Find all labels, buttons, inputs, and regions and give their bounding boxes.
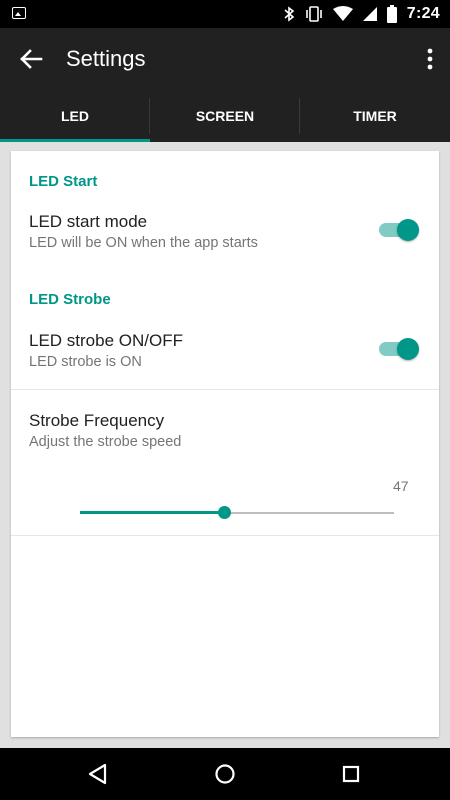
pref-summary: LED will be ON when the app starts	[29, 235, 258, 251]
switch-thumb	[397, 219, 419, 241]
led-strobe-switch[interactable]	[379, 337, 419, 361]
home-circle-icon[interactable]	[213, 762, 237, 786]
navigation-bar	[0, 748, 450, 800]
led-start-switch[interactable]	[379, 218, 419, 242]
recents-square-icon[interactable]	[339, 762, 363, 786]
pref-title: LED strobe ON/OFF	[29, 331, 183, 350]
tab-led[interactable]: LED	[0, 90, 150, 142]
page-title: Settings	[66, 46, 146, 71]
pref-title: LED start mode	[29, 212, 148, 231]
tab-label: TIMER	[353, 108, 397, 124]
tab-indicator	[0, 139, 150, 142]
slider-value: 47	[393, 478, 409, 494]
divider	[11, 535, 439, 536]
bluetooth-icon	[284, 6, 295, 22]
switch-thumb	[397, 338, 419, 360]
slider-thumb[interactable]	[218, 506, 232, 519]
wifi-icon	[332, 6, 353, 21]
battery-icon	[386, 5, 397, 23]
pref-summary: LED strobe is ON	[29, 354, 142, 370]
clock: 7:24	[406, 5, 440, 22]
tab-bar: LED SCREEN TIMER	[0, 90, 450, 142]
section-header-led-strobe: LED Strobe	[29, 291, 111, 308]
slider-fill	[80, 511, 225, 514]
back-arrow-icon[interactable]	[18, 47, 44, 71]
image-notification-icon	[12, 7, 26, 19]
pref-summary: Adjust the strobe speed	[29, 434, 182, 450]
back-triangle-icon[interactable]	[86, 762, 110, 786]
vibrate-icon	[305, 6, 322, 22]
tab-timer[interactable]: TIMER	[300, 90, 450, 142]
tab-label: LED	[61, 108, 89, 124]
status-bar: 7:24	[0, 0, 450, 28]
settings-card: LED Start LED start mode LED will be ON …	[11, 151, 439, 737]
pref-title: Strobe Frequency	[29, 411, 165, 430]
strobe-frequency-slider[interactable]	[80, 503, 394, 523]
tab-label: SCREEN	[195, 108, 255, 124]
app-bar: Settings	[0, 28, 450, 90]
signal-icon	[362, 7, 377, 21]
divider	[11, 389, 439, 390]
section-header-led-start: LED Start	[29, 173, 98, 190]
tab-screen[interactable]: SCREEN	[150, 90, 300, 142]
more-vert-icon[interactable]	[426, 48, 434, 70]
